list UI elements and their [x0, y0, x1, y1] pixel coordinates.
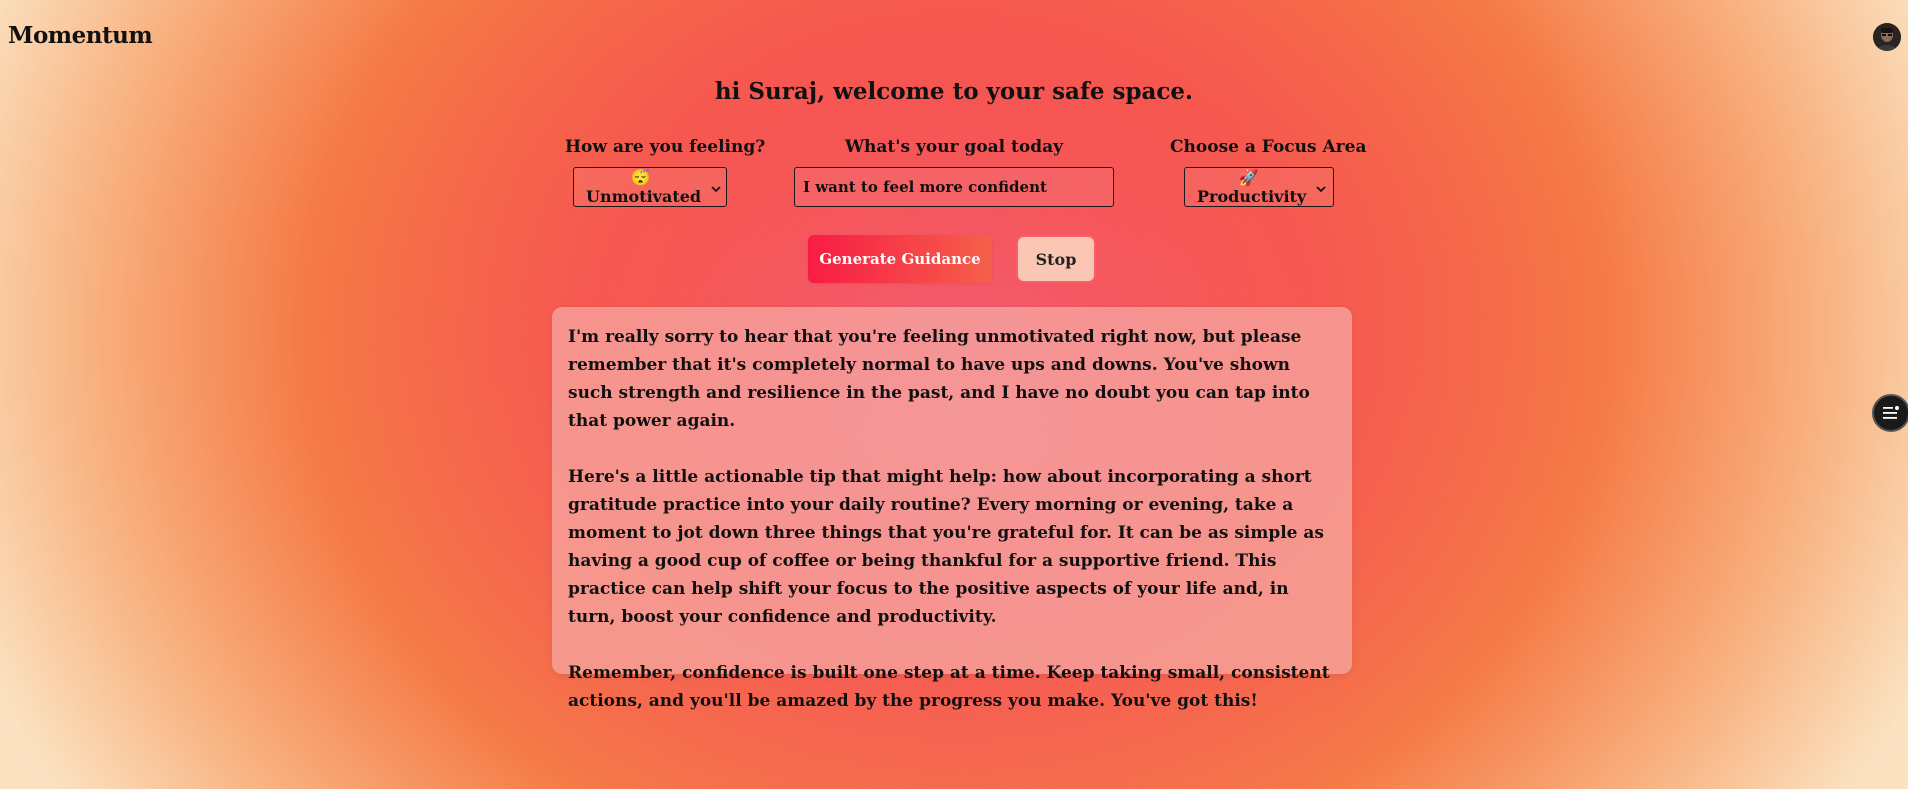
focus-field: Choose a Focus Area 🚀Productivity [1170, 137, 1367, 207]
focus-select[interactable]: 🚀Productivity [1184, 167, 1334, 207]
mood-label: How are you feeling? [565, 137, 766, 157]
guidance-output: I'm really sorry to hear that you're fee… [552, 307, 1352, 711]
rocket-icon: 🚀 [1238, 168, 1259, 187]
guidance-paragraph: Remember, confidence is built one step a… [568, 663, 1330, 711]
generate-guidance-button[interactable]: Generate Guidance [808, 235, 992, 283]
side-panel-toggle[interactable] [1872, 394, 1908, 432]
stop-button[interactable]: Stop [1016, 235, 1096, 283]
app-logo[interactable]: Momentum [8, 22, 153, 49]
mood-selected-value: Unmotivated [586, 187, 702, 206]
chevron-down-icon [1316, 178, 1326, 197]
mood-field: How are you feeling? 😴Unmotivated [565, 137, 766, 207]
goal-input[interactable]: I want to feel more confident [794, 167, 1114, 207]
goal-field: What's your goal today I want to feel mo… [794, 137, 1114, 207]
chevron-down-icon [711, 178, 721, 197]
avatar[interactable] [1873, 23, 1901, 51]
focus-selected-value: Productivity [1197, 187, 1307, 206]
sleepy-face-icon: 😴 [630, 168, 651, 187]
goal-label: What's your goal today [844, 137, 1064, 157]
menu-list-icon [1883, 406, 1899, 419]
guidance-paragraph: Here's a little actionable tip that migh… [568, 467, 1325, 627]
user-avatar-icon [1873, 23, 1901, 51]
mood-select[interactable]: 😴Unmotivated [573, 167, 727, 207]
focus-label: Choose a Focus Area [1170, 137, 1367, 157]
guidance-paragraph: I'm really sorry to hear that you're fee… [568, 327, 1310, 431]
welcome-heading: hi Suraj, welcome to your safe space. [714, 78, 1194, 105]
